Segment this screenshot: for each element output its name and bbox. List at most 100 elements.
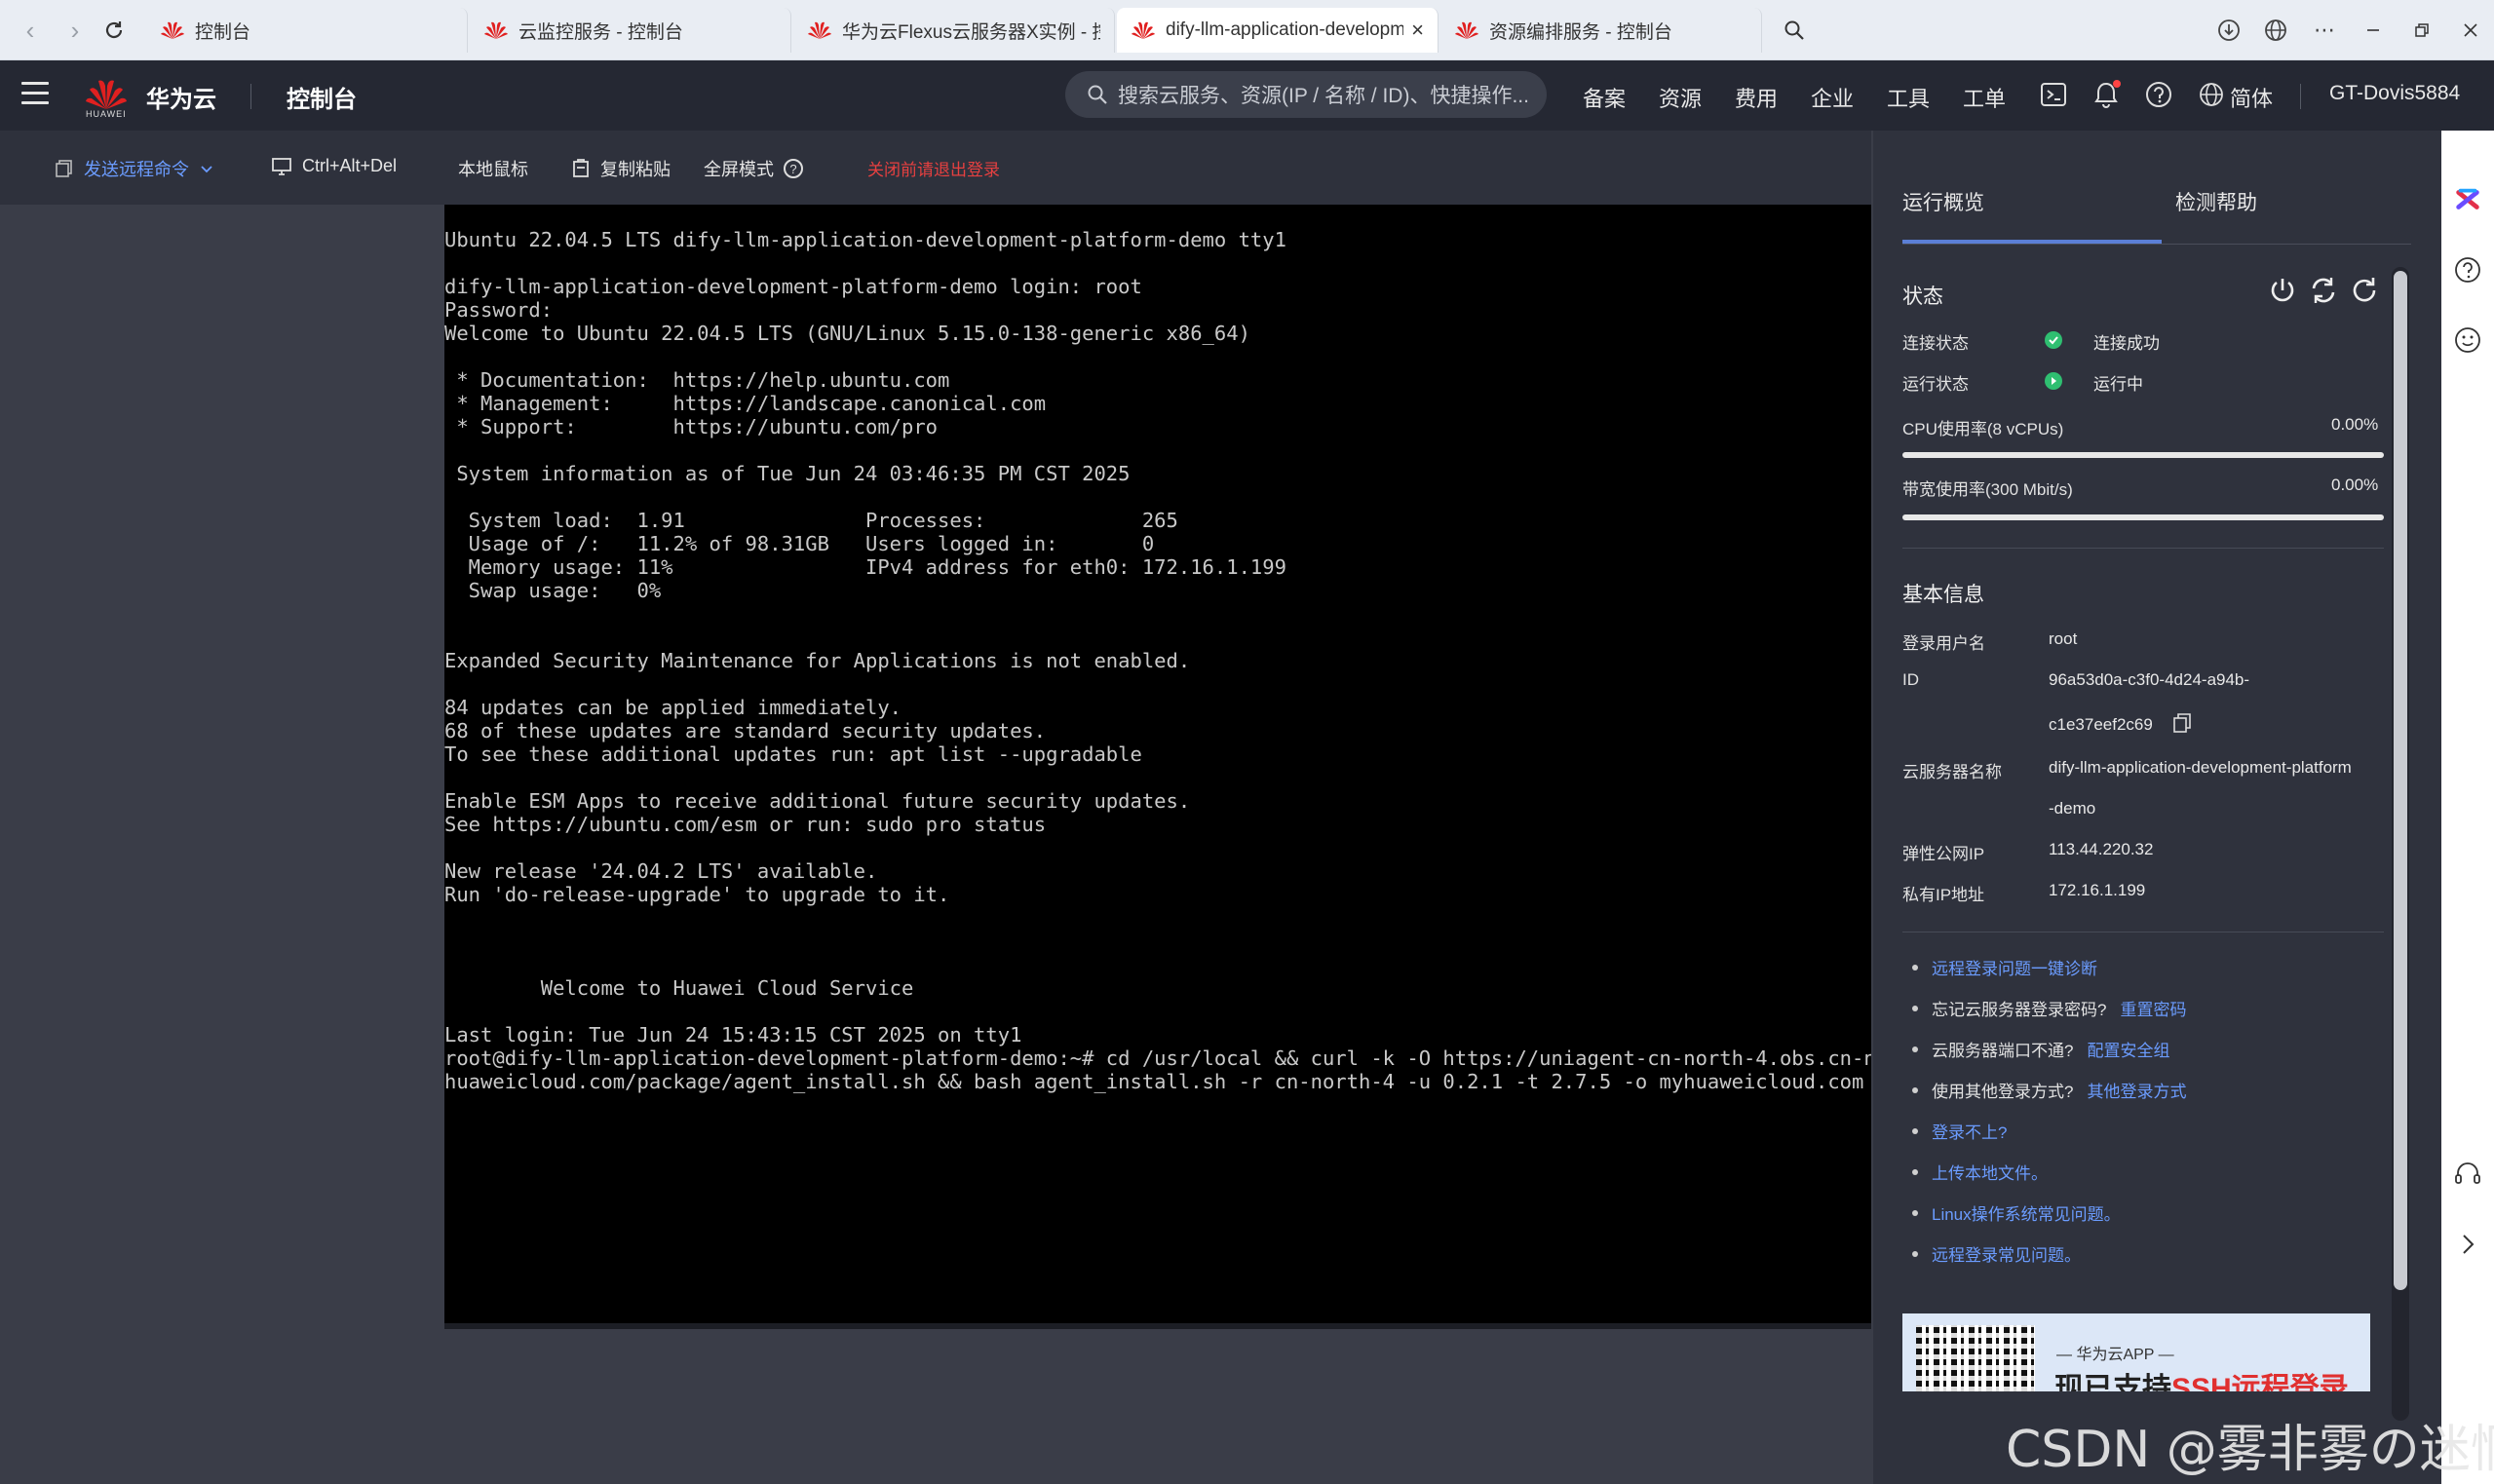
- nav-link-enterprise[interactable]: 企业: [1811, 82, 1854, 113]
- forward-icon[interactable]: ›: [58, 14, 92, 47]
- run-status-value: 运行中: [2093, 375, 2143, 394]
- server-name-value-cont: -demo: [2049, 799, 2096, 818]
- tab-search-icon[interactable]: [1780, 16, 1809, 45]
- copy-icon[interactable]: [2171, 711, 2193, 735]
- terminal-line: root@dify-llm-application-development-pl…: [444, 1046, 1871, 1070]
- bandwidth-usage-value: 0.00%: [2331, 476, 2379, 494]
- fullscreen-help-icon[interactable]: ?: [784, 159, 803, 178]
- help-link[interactable]: Linux操作系统常见问题。: [1932, 1200, 2121, 1225]
- collapse-chevron-right-icon[interactable]: [2453, 1230, 2482, 1259]
- help-link[interactable]: 上传本地文件。: [1932, 1160, 2048, 1184]
- terminal-line: * Support: https://ubuntu.com/pro: [444, 415, 939, 438]
- browser-tab-console[interactable]: 控制台: [146, 8, 468, 53]
- send-remote-command-button[interactable]: 发送远程命令: [55, 156, 224, 181]
- terminal-line: 84 updates can be applied immediately.: [444, 696, 902, 719]
- vnc-terminal-screen[interactable]: Ubuntu 22.04.5 LTS dify-llm-application-…: [444, 205, 1871, 1323]
- terminal-line: Expanded Security Maintenance for Applic…: [444, 649, 1191, 672]
- tab-run-overview[interactable]: 运行概览: [1902, 187, 1984, 216]
- help-link[interactable]: 配置安全组: [2087, 1037, 2169, 1061]
- terminal-line: 68 of these updates are standard securit…: [444, 719, 1047, 742]
- language-globe-icon[interactable]: [2195, 78, 2228, 111]
- rail-help-icon[interactable]: [2453, 255, 2482, 285]
- help-link[interactable]: 远程登录常见问题。: [1932, 1241, 2081, 1266]
- browser-toolbar: ‹ › 控制台 云监控服务 - 控制台 华为云Flexus云服务器X实例 - 控…: [0, 0, 2494, 60]
- terminal-line: Run 'do-release-upgrade' to upgrade to i…: [444, 883, 950, 906]
- server-name-label: 云服务器名称: [1902, 763, 2002, 781]
- terminal-line: Memory usage: 11% IPv4 address for eth0:…: [444, 555, 1286, 579]
- bullet-icon: [1912, 1209, 1918, 1216]
- user-account-name[interactable]: GT-Dovis5884: [2329, 82, 2460, 105]
- feedback-smile-icon[interactable]: [2453, 325, 2482, 355]
- help-list-item: 上传本地文件。: [1912, 1160, 2048, 1184]
- bullet-icon: [1912, 1046, 1918, 1052]
- terminal-line: * Documentation: https://help.ubuntu.com: [444, 368, 950, 392]
- terminal-line: * Management: https://landscape.canonica…: [444, 392, 1047, 415]
- help-icon[interactable]: [2142, 78, 2175, 111]
- browser-tab-cloud-monitor[interactable]: 云监控服务 - 控制台: [470, 8, 791, 53]
- nav-link-tools[interactable]: 工具: [1887, 82, 1930, 113]
- help-list-item: Linux操作系统常见问题。: [1912, 1200, 2121, 1225]
- tab-close-icon[interactable]: ×: [1411, 18, 1424, 43]
- huawei-favicon-icon: [161, 21, 184, 39]
- minimize-window-icon[interactable]: [2359, 16, 2388, 45]
- language-selector[interactable]: 简体: [2230, 82, 2273, 113]
- basic-info-section-title: 基本信息: [1902, 584, 1984, 606]
- notification-bell-icon[interactable]: [2090, 78, 2123, 111]
- power-icon[interactable]: [2267, 275, 2298, 306]
- refresh-icon[interactable]: [2349, 275, 2380, 306]
- help-link[interactable]: 其他登录方式: [2087, 1078, 2186, 1102]
- monitor-icon: [272, 157, 291, 175]
- terminal-line: System load: 1.91 Processes: 265: [444, 509, 1178, 532]
- cloud-shell-icon[interactable]: [2037, 78, 2070, 111]
- copy-paste-button[interactable]: 复制粘贴: [571, 156, 671, 181]
- browser-tab-dify-active[interactable]: dify-llm-application-development-platfor…: [1117, 8, 1439, 53]
- customer-service-headset-icon[interactable]: [2453, 1160, 2482, 1189]
- ai-assistant-icon[interactable]: [2453, 185, 2482, 214]
- help-list-item: 忘记云服务器登录密码? 重置密码: [1912, 996, 2186, 1020]
- panel-scrollbar[interactable]: [2392, 267, 2409, 1421]
- huawei-favicon-icon: [1132, 21, 1155, 39]
- help-link[interactable]: 重置密码: [2120, 996, 2186, 1020]
- browser-tab-flexus[interactable]: 华为云Flexus云服务器X实例 - 控制台: [793, 8, 1115, 53]
- terminal-line: Welcome to Huawei Cloud Service: [444, 976, 914, 1000]
- nav-link-resources[interactable]: 资源: [1659, 82, 1702, 113]
- back-icon[interactable]: ‹: [14, 14, 47, 47]
- fullscreen-mode-button[interactable]: 全屏模式 ?: [704, 156, 803, 181]
- running-icon: [2045, 372, 2062, 390]
- brand-name[interactable]: 华为云: [146, 80, 216, 114]
- local-mouse-toggle[interactable]: 本地鼠标: [458, 156, 528, 181]
- tab-title: 华为云Flexus云服务器X实例 - 控制台: [842, 21, 1100, 43]
- private-ip-label: 私有IP地址: [1902, 886, 1985, 904]
- terminal-line: huaweicloud.com/package/agent_install.sh…: [444, 1070, 1864, 1093]
- scrollbar-thumb[interactable]: [2394, 271, 2407, 1290]
- hamburger-menu-icon[interactable]: [21, 82, 49, 105]
- global-search-input[interactable]: 搜索云服务、资源(IP / 名称 / ID)、快捷操作...: [1065, 71, 1547, 118]
- nav-link-filing[interactable]: 备案: [1583, 82, 1626, 113]
- tab-detection-help[interactable]: 检测帮助: [2175, 187, 2257, 216]
- more-menu-icon[interactable]: ⋯: [2310, 16, 2339, 45]
- translate-globe-icon[interactable]: [2261, 16, 2290, 45]
- help-question-text: 云服务器端口不通?: [1932, 1042, 2074, 1060]
- nav-link-billing[interactable]: 费用: [1735, 82, 1778, 113]
- header-divider: [250, 84, 251, 109]
- huawei-favicon-icon: [808, 21, 831, 39]
- ctrl-alt-del-button[interactable]: Ctrl+Alt+Del: [271, 156, 397, 176]
- close-window-icon[interactable]: [2456, 16, 2485, 45]
- reload-icon[interactable]: [97, 14, 131, 47]
- download-icon[interactable]: [2214, 16, 2244, 45]
- restore-window-icon[interactable]: [2407, 16, 2436, 45]
- terminal-line: Welcome to Ubuntu 22.04.5 LTS (GNU/Linux…: [444, 322, 1250, 345]
- restart-icon[interactable]: [2308, 275, 2339, 306]
- browser-tab-resource-orchestration[interactable]: 资源编排服务 - 控制台: [1440, 8, 1762, 53]
- copy-paste-label: 复制粘贴: [600, 160, 671, 179]
- help-link[interactable]: 远程登录问题一键诊断: [1932, 955, 2097, 979]
- command-icon: [56, 160, 72, 177]
- cpu-usage-value: 0.00%: [2331, 415, 2379, 434]
- help-list-item: 远程登录问题一键诊断: [1912, 955, 2097, 979]
- huawei-app-ad-banner[interactable]: — 华为云APP — 现已支持SSH远程登录: [1902, 1313, 2370, 1391]
- help-link[interactable]: 登录不上?: [1932, 1119, 2007, 1143]
- nav-link-tickets[interactable]: 工单: [1963, 82, 2006, 113]
- logo-wordmark: HUAWEI: [86, 109, 127, 119]
- help-question-text: 使用其他登录方式?: [1932, 1083, 2074, 1101]
- console-title[interactable]: 控制台: [287, 80, 357, 114]
